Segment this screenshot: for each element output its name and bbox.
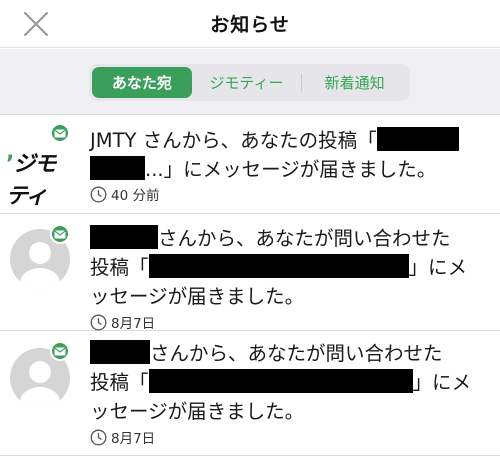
notification-text: JMTY さんから、あなたの投稿「 ...」にメッセージが届きました。 — [90, 126, 490, 184]
segmented-control: あなた宛 ジモティー 新着通知 — [89, 64, 410, 101]
notification-item[interactable]: さんから、あなたが問い合わせた 投稿「 」にメ ッセージが届きました。 8月7日 — [0, 214, 500, 332]
tab-bar: あなた宛 ジモティー 新着通知 — [0, 49, 500, 115]
redacted-block — [376, 127, 459, 151]
jmty-logo: ’ジモティ — [6, 152, 56, 209]
notification-text: さんから、あなたが問い合わせた 投稿「 」にメ ッセージが届きました。 — [90, 225, 468, 308]
timestamp: 40 分前 — [90, 184, 159, 204]
mail-badge-icon — [50, 123, 70, 143]
clock-icon — [90, 429, 107, 445]
tab-for-you[interactable]: あなた宛 — [92, 67, 192, 98]
header: お知らせ — [0, 0, 500, 48]
timestamp: 8月7日 — [90, 427, 155, 447]
notification-item[interactable]: さんから、あなたが問い合わせた 投稿「 」にメ ッセージが届きました。 8月7日 — [0, 331, 500, 456]
mail-badge-icon — [50, 224, 70, 244]
notification-text: さんから、あなたが問い合わせた 投稿「 」にメ ッセージが届きました。 — [90, 340, 472, 423]
tab-jmty[interactable]: ジモティー — [192, 67, 302, 98]
notification-list: ’ジモティ JMTY さんから、あなたの投稿「 ...」にメッセージが届きました… — [0, 116, 500, 456]
redacted-block — [90, 156, 145, 180]
redacted-block — [90, 340, 150, 364]
clock-icon — [90, 186, 107, 202]
timestamp: 8月7日 — [90, 312, 155, 332]
redacted-block — [148, 254, 409, 278]
notification-item[interactable]: ’ジモティ JMTY さんから、あなたの投稿「 ...」にメッセージが届きました… — [0, 116, 500, 214]
clock-icon — [90, 314, 107, 330]
redacted-block — [148, 369, 413, 393]
tab-new-notifications[interactable]: 新着通知 — [302, 67, 407, 98]
page-title: お知らせ — [210, 14, 290, 36]
mail-badge-icon — [50, 341, 70, 361]
redacted-block — [90, 225, 158, 249]
